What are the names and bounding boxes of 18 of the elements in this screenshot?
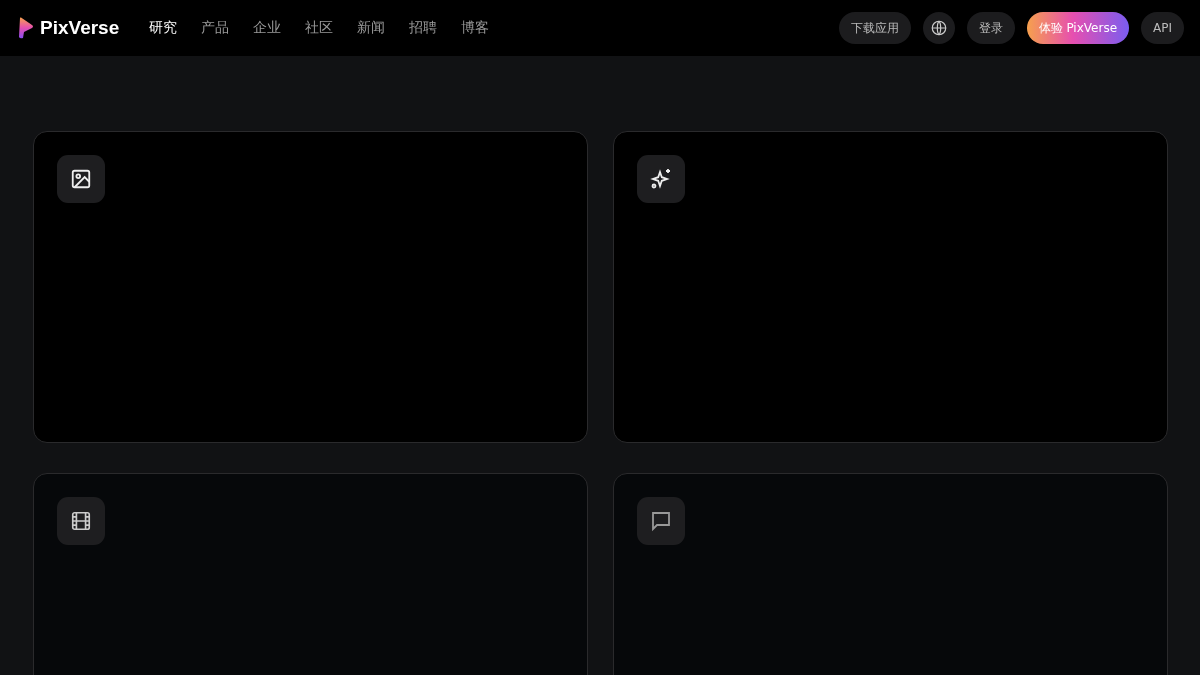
nav-link[interactable]: 新闻 (357, 19, 386, 37)
nav-link[interactable]: 企业 (253, 19, 282, 37)
nav-link[interactable]: 博客 (461, 19, 490, 37)
download-app-button[interactable]: 下载应用 (838, 12, 911, 44)
globe-icon (929, 19, 948, 37)
nav-link[interactable]: 招聘 (409, 19, 438, 37)
nav-link[interactable]: 研究 (149, 19, 178, 37)
logo-icon (18, 17, 34, 39)
chat-icon (649, 509, 673, 533)
nav-link[interactable]: 产品 (201, 19, 230, 37)
film-icon (70, 510, 92, 532)
nav-link[interactable]: 社区 (305, 19, 334, 37)
api-button[interactable]: API (1141, 12, 1184, 44)
logo-text[interactable]: PixVerse (40, 17, 120, 39)
language-button[interactable] (922, 12, 955, 44)
image-icon (70, 168, 92, 190)
sparkle-icon (649, 167, 673, 191)
login-button[interactable]: 登录 (966, 12, 1015, 44)
